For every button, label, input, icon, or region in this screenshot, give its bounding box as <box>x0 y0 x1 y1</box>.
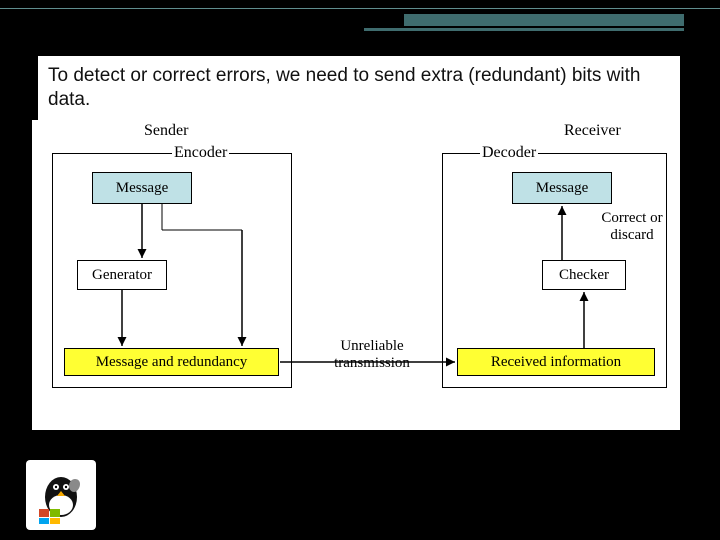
diagram-container: Sender Receiver Encoder Decoder Message … <box>32 120 680 430</box>
generator-box: Generator <box>77 260 167 290</box>
os-logos-icon <box>26 460 96 530</box>
correct-discard-label: Correct or discard <box>592 210 672 243</box>
message-redundancy-box: Message and redundancy <box>64 348 279 376</box>
receiver-message-box: Message <box>512 172 612 204</box>
accent-bar <box>404 14 684 26</box>
receiver-label: Receiver <box>562 122 623 140</box>
received-information-box: Received information <box>457 348 655 376</box>
decoder-label: Decoder <box>480 144 538 162</box>
sender-message-box: Message <box>92 172 192 204</box>
accent-bar-2 <box>364 28 684 31</box>
channel-label: Unreliable transmission <box>307 338 437 371</box>
intro-text: To detect or correct errors, we need to … <box>38 56 680 122</box>
checker-box: Checker <box>542 260 626 290</box>
sender-label: Sender <box>142 122 190 140</box>
encoder-label: Encoder <box>172 144 229 162</box>
divider-top <box>0 8 720 12</box>
